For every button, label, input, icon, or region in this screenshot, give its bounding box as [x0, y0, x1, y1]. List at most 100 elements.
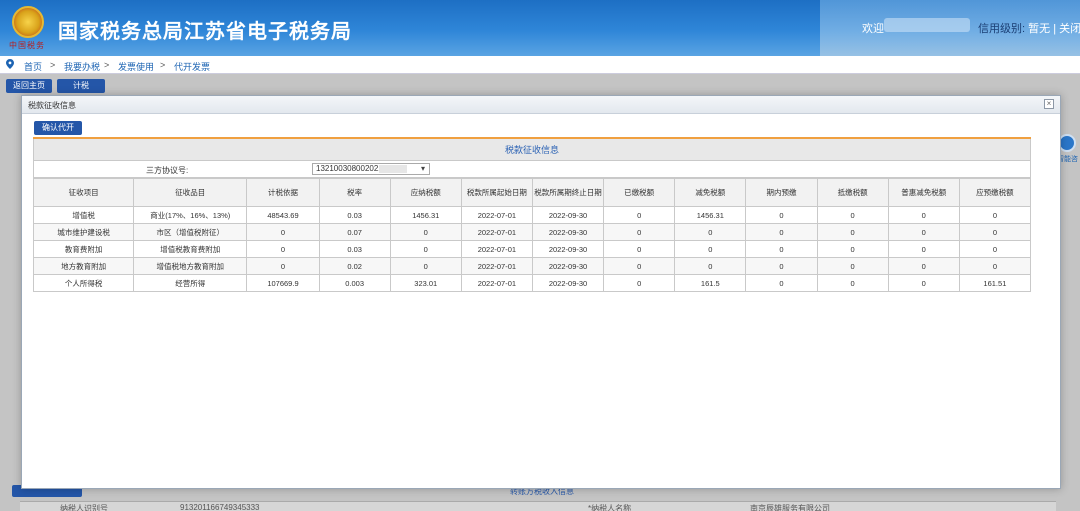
dialog-title: 税款征收信息 [28, 101, 76, 110]
column-header: 征收品目 [133, 178, 248, 207]
table-cell: 0 [603, 240, 676, 258]
table-cell: 0 [389, 257, 462, 275]
table-cell: 商业(17%、16%、13%) [133, 206, 248, 224]
table-row: 增值税 商业(17%、16%、13%) 48543.69 0.03 1456.31 202… [32, 206, 1032, 224]
agreement-label: 三方协议号: [146, 166, 189, 175]
agreement-row: 三方协议号: 132100308002021 ▾ [33, 161, 1031, 178]
table-cell: 经营所得 [133, 274, 248, 292]
close-link[interactable]: 关闭当 [1059, 23, 1080, 35]
table-cell: 个人所得税 [32, 274, 135, 292]
tax-tab-button[interactable]: 计税 [57, 79, 105, 93]
table-cell: 0 [389, 240, 462, 258]
table-cell: 0 [745, 240, 818, 258]
section-title: 税款征收信息 [33, 139, 1031, 161]
redacted-username [884, 18, 970, 32]
credit-label: 信用级别: [978, 23, 1026, 35]
breadcrumb-separator: > [104, 60, 110, 70]
table-cell: 161.51 [958, 274, 1032, 292]
column-header: 税款所属起始日期 [460, 178, 533, 207]
table-cell: 0 [246, 257, 320, 275]
table-cell: 2022-09-30 [531, 206, 605, 224]
table-cell: 0 [389, 223, 462, 241]
agreement-number-value: 132100308002021 [316, 164, 383, 173]
table-row: 城市维护建设税 市区（增值税附征） 0 0.07 0 2022-07-01 2022-09-… [32, 223, 1032, 241]
breadcrumb: 首页 > 我要办税 > 发票使用 > 代开发票 [0, 56, 1080, 74]
close-icon[interactable]: × [1044, 99, 1054, 109]
table-cell: 0 [816, 274, 889, 292]
column-header: 税款所属期终止日期 [531, 178, 605, 207]
column-header: 计税依据 [246, 178, 320, 207]
location-pin-icon [6, 59, 14, 69]
table-cell: 2022-07-01 [460, 257, 533, 275]
table-cell: 0 [887, 257, 960, 275]
table-cell: 0.02 [318, 257, 391, 275]
tax-table: 征收项目 征收品目 计税依据 税率 应纳税额 税款所属起始日期 税款所属期终止日… [32, 178, 1032, 292]
breadcrumb-separator: > [50, 60, 56, 70]
bg-taxpayer-name-value: 南京辰雄服务有限公司 [750, 504, 830, 511]
welcome-label: 欢迎 [862, 23, 884, 35]
column-header: 期内预缴 [745, 178, 818, 207]
table-cell: 0 [745, 274, 818, 292]
column-header: 税率 [318, 178, 391, 207]
table-cell: 城市维护建设税 [32, 223, 135, 241]
table-cell: 0 [603, 206, 676, 224]
site-header: 中国税务 国家税务总局江苏省电子税务局 欢迎 信用级别: 暂无 | 关闭当 [0, 0, 1080, 56]
table-cell: 161.5 [674, 274, 747, 292]
back-home-button[interactable]: 返回主页 [6, 79, 52, 93]
table-cell: 2022-09-30 [531, 257, 605, 275]
column-header: 已缴税额 [603, 178, 676, 207]
table-cell: 增值税地方教育附加 [133, 257, 248, 275]
table-row: 个人所得税 经营所得 107669.9 0.003 323.01 2022-07-01 20… [32, 274, 1032, 292]
table-cell: 2022-09-30 [531, 223, 605, 241]
table-cell: 2022-09-30 [531, 240, 605, 258]
table-cell: 市区（增值税附征） [133, 223, 248, 241]
table-cell: 0 [887, 206, 960, 224]
bg-taxpayer-id-label: 纳税人识别号 [60, 504, 108, 511]
breadcrumb-tax[interactable]: 我要办税 [64, 60, 100, 73]
column-header: 普惠减免税额 [887, 178, 960, 207]
breadcrumb-invoice-use[interactable]: 发票使用 [118, 60, 154, 73]
table-cell: 107669.9 [246, 274, 320, 292]
chevron-down-icon: ▾ [420, 164, 425, 173]
table-cell: 1456.31 [389, 206, 462, 224]
table-cell: 0 [816, 257, 889, 275]
redacted-agreement-suffix [379, 165, 407, 173]
tax-info-section: 税款征收信息 三方协议号: 132100308002021 ▾ 征收项目 征收品… [32, 137, 1032, 292]
table-cell: 0 [816, 206, 889, 224]
table-cell: 2022-07-01 [460, 240, 533, 258]
table-cell: 0.003 [318, 274, 391, 292]
table-cell: 0.03 [318, 240, 391, 258]
column-header: 抵缴税额 [816, 178, 889, 207]
column-header: 减免税额 [674, 178, 747, 207]
table-cell: 0 [958, 240, 1032, 258]
table-cell: 0 [674, 240, 747, 258]
table-cell: 0 [958, 223, 1032, 241]
breadcrumb-issue-invoice[interactable]: 代开发票 [174, 60, 210, 73]
table-cell: 0 [816, 223, 889, 241]
table-cell: 2022-09-30 [531, 274, 605, 292]
table-cell: 增值税 [32, 206, 135, 224]
table-cell: 2022-07-01 [460, 206, 533, 224]
breadcrumb-home[interactable]: 首页 [24, 60, 42, 73]
table-cell: 0.07 [318, 223, 391, 241]
agreement-number-select[interactable]: 132100308002021 ▾ [312, 163, 430, 175]
column-header: 应预缴税额 [958, 178, 1032, 207]
table-row: 地方教育附加 增值税地方教育附加 0 0.02 0 2022-07-01 2022-09-3… [32, 257, 1032, 275]
table-cell: 教育费附加 [32, 240, 135, 258]
table-cell: 0.03 [318, 206, 391, 224]
table-cell: 48543.69 [246, 206, 320, 224]
header-right-info: 信用级别: 暂无 | 关闭当 [978, 20, 1080, 36]
table-cell: 0 [745, 223, 818, 241]
tax-emblem-icon [12, 6, 44, 38]
emblem-subtext: 中国税务 [9, 41, 45, 50]
table-cell: 0 [887, 223, 960, 241]
confirm-issue-button[interactable]: 确认代开 [34, 121, 82, 135]
dialog-header: 税款征收信息 × [22, 96, 1060, 114]
table-cell: 0 [816, 240, 889, 258]
table-cell: 1456.31 [674, 206, 747, 224]
table-cell: 0 [603, 274, 676, 292]
table-cell: 0 [603, 257, 676, 275]
table-cell: 0 [674, 223, 747, 241]
table-cell: 0 [745, 206, 818, 224]
bg-taxpayer-id-value: 913201166749345333 [180, 503, 260, 511]
